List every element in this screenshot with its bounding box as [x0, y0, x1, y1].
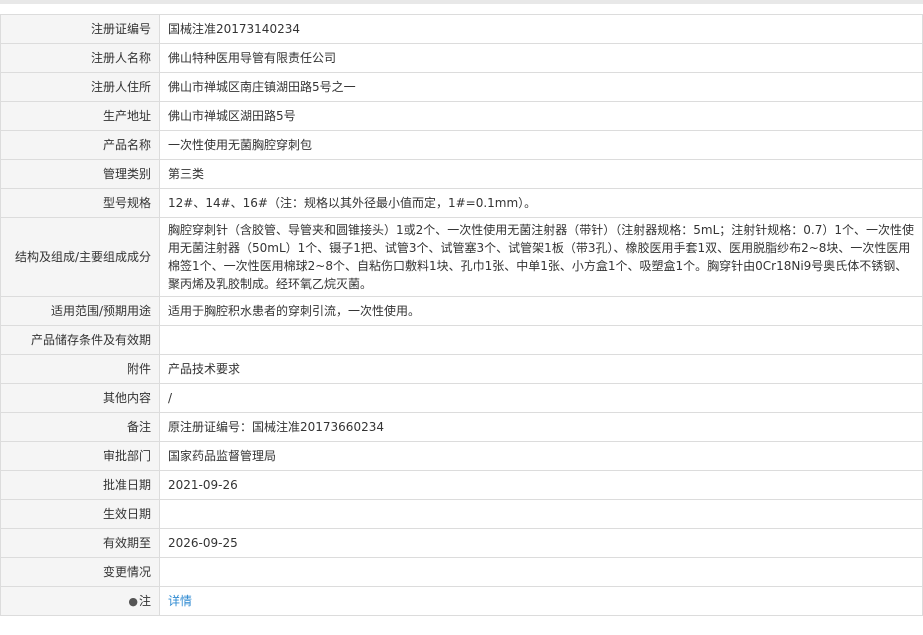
table-row: 审批部门 国家药品监督管理局 [0, 441, 923, 471]
row-label: 附件 [0, 354, 160, 384]
row-value: / [159, 383, 923, 413]
row-value: 佛山市禅城区南庄镇湖田路5号之一 [159, 72, 923, 102]
note-value-cell: 详情 [159, 586, 923, 616]
row-label: 结构及组成/主要组成成分 [0, 217, 160, 297]
table-row: 适用范围/预期用途 适用于胸腔积水患者的穿刺引流，一次性使用。 [0, 296, 923, 326]
table-row: 有效期至 2026-09-25 [0, 528, 923, 558]
note-row: ●注 详情 [0, 586, 923, 616]
table-row: 产品名称 一次性使用无菌胸腔穿刺包 [0, 130, 923, 160]
table-row: 管理类别 第三类 [0, 159, 923, 189]
registration-detail-table: 注册证编号 国械注准20173140234 注册人名称 佛山特种医用导管有限责任… [0, 14, 923, 616]
row-value: 一次性使用无菌胸腔穿刺包 [159, 130, 923, 160]
row-label: 批准日期 [0, 470, 160, 500]
row-value: 国家药品监督管理局 [159, 441, 923, 471]
row-value: 佛山特种医用导管有限责任公司 [159, 43, 923, 73]
table-row: 注册证编号 国械注准20173140234 [0, 14, 923, 44]
row-value: 胸腔穿刺针（含胶管、导管夹和圆锥接头）1或2个、一次性使用无菌注射器（带针）（注… [159, 217, 923, 297]
row-label: 产品名称 [0, 130, 160, 160]
row-value: 第三类 [159, 159, 923, 189]
row-label: 注册人名称 [0, 43, 160, 73]
table-row: 生产地址 佛山市禅城区湖田路5号 [0, 101, 923, 131]
table-row: 其他内容 / [0, 383, 923, 413]
table-row: 注册人名称 佛山特种医用导管有限责任公司 [0, 43, 923, 73]
row-value: 国械注准20173140234 [159, 14, 923, 44]
table-row: 产品储存条件及有效期 [0, 325, 923, 355]
table-row: 附件 产品技术要求 [0, 354, 923, 384]
row-label: 注册人住所 [0, 72, 160, 102]
row-label: 产品储存条件及有效期 [0, 325, 160, 355]
table-row: 注册人住所 佛山市禅城区南庄镇湖田路5号之一 [0, 72, 923, 102]
table-row: 生效日期 [0, 499, 923, 529]
row-value: 产品技术要求 [159, 354, 923, 384]
row-label: 适用范围/预期用途 [0, 296, 160, 326]
note-label: 注 [138, 593, 151, 608]
row-label: 其他内容 [0, 383, 160, 413]
row-value [159, 557, 923, 587]
row-label: 型号规格 [0, 188, 160, 218]
table-row: 备注 原注册证编号：国械注准20173660234 [0, 412, 923, 442]
row-value: 佛山市禅城区湖田路5号 [159, 101, 923, 131]
row-value [159, 325, 923, 355]
row-label: 注册证编号 [0, 14, 160, 44]
details-link[interactable]: 详情 [168, 594, 192, 608]
note-label-cell: ●注 [0, 586, 160, 616]
row-value [159, 499, 923, 529]
row-value: 适用于胸腔积水患者的穿刺引流，一次性使用。 [159, 296, 923, 326]
row-label: 管理类别 [0, 159, 160, 189]
row-label: 生效日期 [0, 499, 160, 529]
bulb-icon: ● [128, 594, 138, 608]
table-row: 型号规格 12#、14#、16#（注：规格以其外径最小值而定，1#=0.1mm）… [0, 188, 923, 218]
row-value: 2021-09-26 [159, 470, 923, 500]
table-row: 批准日期 2021-09-26 [0, 470, 923, 500]
row-label: 生产地址 [0, 101, 160, 131]
row-value: 12#、14#、16#（注：规格以其外径最小值而定，1#=0.1mm）。 [159, 188, 923, 218]
row-value: 2026-09-25 [159, 528, 923, 558]
table-row: 变更情况 [0, 557, 923, 587]
row-label: 备注 [0, 412, 160, 442]
row-label: 变更情况 [0, 557, 160, 587]
row-label: 审批部门 [0, 441, 160, 471]
row-label: 有效期至 [0, 528, 160, 558]
table-row: 结构及组成/主要组成成分 胸腔穿刺针（含胶管、导管夹和圆锥接头）1或2个、一次性… [0, 217, 923, 297]
row-value: 原注册证编号：国械注准20173660234 [159, 412, 923, 442]
